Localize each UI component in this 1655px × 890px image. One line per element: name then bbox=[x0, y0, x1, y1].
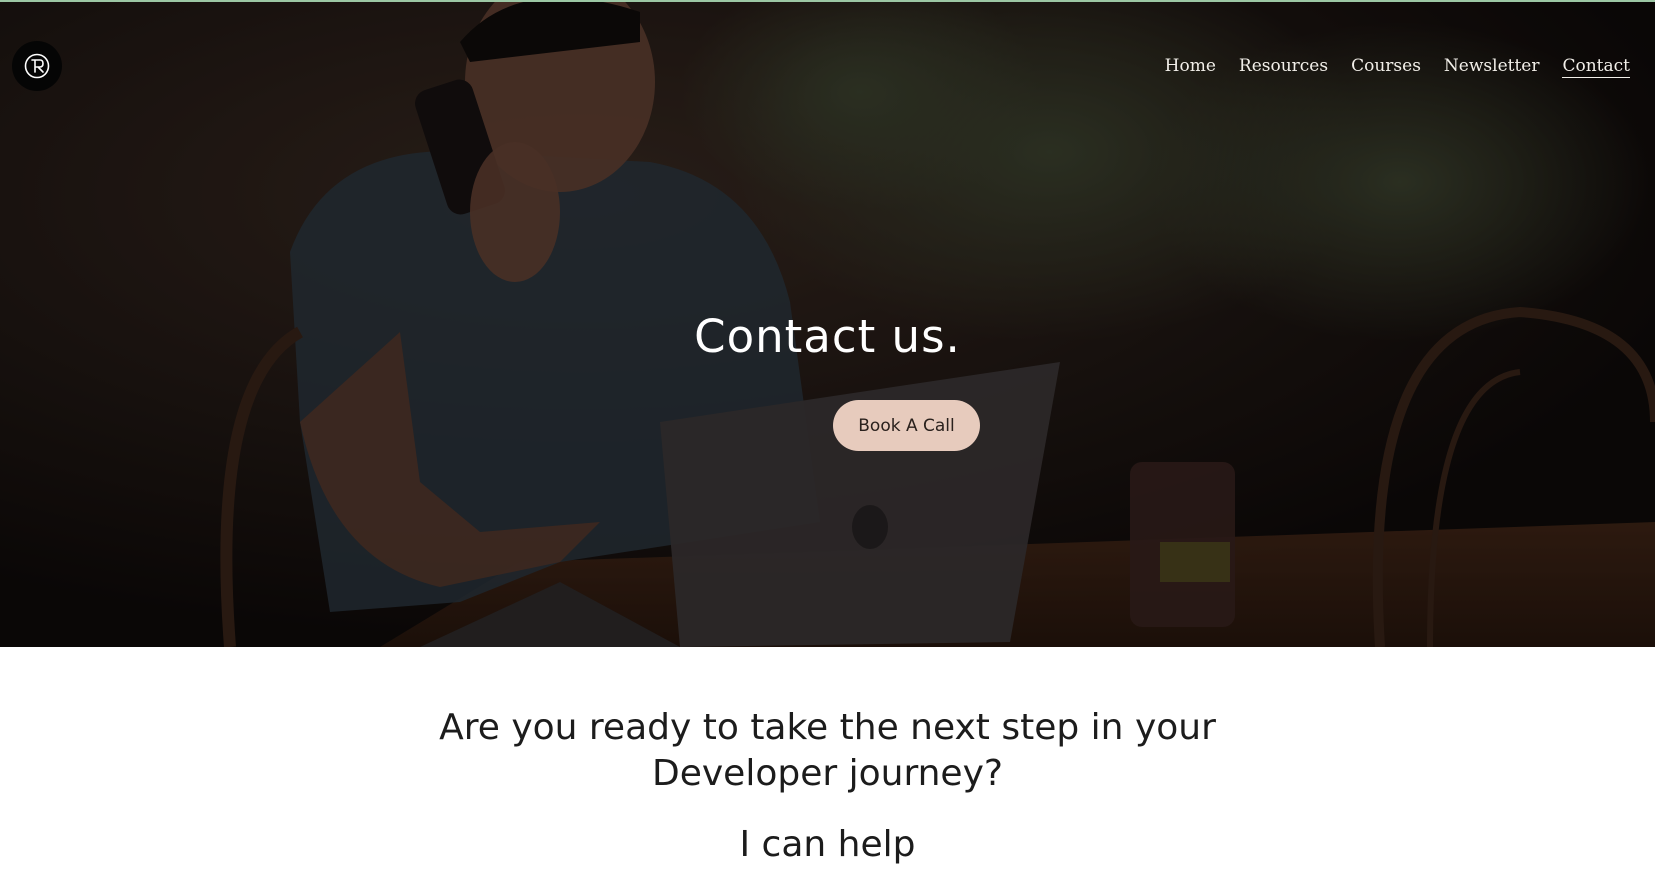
nav-newsletter-link[interactable]: Newsletter bbox=[1444, 55, 1540, 78]
intro-heading-line1: Are you ready to take the next step in y… bbox=[439, 707, 1216, 748]
hero-section: Home Resources Courses Newsletter Contac… bbox=[0, 2, 1655, 647]
r-logo-icon bbox=[24, 53, 50, 79]
hero-title: Contact us. bbox=[694, 310, 961, 363]
nav-courses-link[interactable]: Courses bbox=[1351, 55, 1421, 78]
main-nav: Home Resources Courses Newsletter Contac… bbox=[1142, 55, 1630, 78]
book-a-call-button[interactable]: Book A Call bbox=[833, 400, 980, 451]
nav-home-link[interactable]: Home bbox=[1165, 55, 1216, 78]
intro-heading: Are you ready to take the next step in y… bbox=[0, 705, 1655, 797]
intro-section: Are you ready to take the next step in y… bbox=[0, 647, 1655, 890]
intro-heading-line2: Developer journey? bbox=[652, 753, 1003, 794]
nav-resources-link[interactable]: Resources bbox=[1239, 55, 1328, 78]
intro-subheading: I can help bbox=[739, 824, 916, 865]
nav-contact-link[interactable]: Contact bbox=[1562, 55, 1630, 78]
site-logo[interactable] bbox=[12, 41, 62, 91]
top-accent-line bbox=[0, 0, 1655, 2]
